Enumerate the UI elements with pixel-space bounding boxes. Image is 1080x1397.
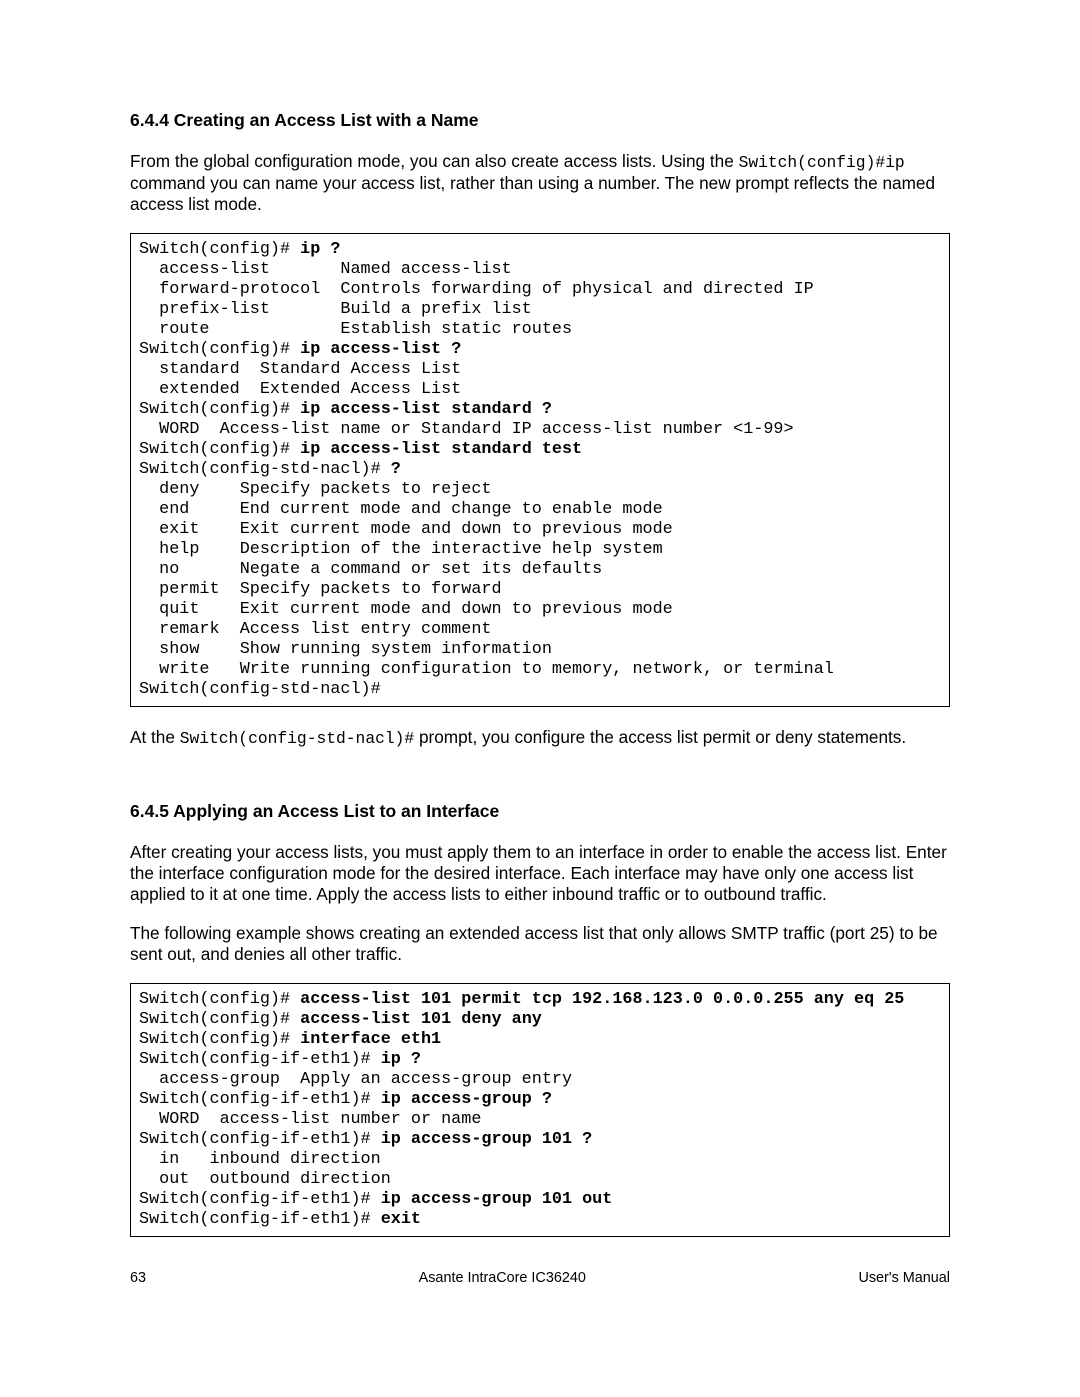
code-block-1: Switch(config)# ip ? access-list Named a… — [130, 233, 950, 707]
code-line: in inbound direction — [139, 1150, 381, 1169]
code-line: Switch(config-if-eth1)# ip ? — [139, 1050, 421, 1069]
code-line: standard Standard Access List — [139, 360, 461, 379]
text-fragment: prompt, you configure the access list pe… — [414, 727, 906, 747]
code-line: access-group Apply an access-group entry — [139, 1070, 572, 1089]
code-line: Switch(config)# ip access-list standard … — [139, 400, 552, 419]
code-line: prefix-list Build a prefix list — [139, 300, 532, 319]
code-line: Switch(config-if-eth1)# exit — [139, 1210, 421, 1229]
code-line: WORD Access-list name or Standard IP acc… — [139, 420, 794, 439]
code-line: forward-protocol Controls forwarding of … — [139, 280, 814, 299]
code-block-2: Switch(config)# access-list 101 permit t… — [130, 983, 950, 1237]
code-line: Switch(config-std-nacl)# — [139, 680, 381, 699]
footer-right: User's Manual — [858, 1270, 950, 1288]
code-line: Switch(config-if-eth1)# ip access-group … — [139, 1130, 592, 1149]
code-line: Switch(config)# ip ? — [139, 240, 340, 259]
text-fragment: From the global configuration mode, you … — [130, 151, 739, 171]
page-footer: 63 Asante IntraCore IC36240 User's Manua… — [130, 1270, 950, 1288]
code-line: Switch(config)# ip access-list ? — [139, 340, 461, 359]
code-line: exit Exit current mode and down to previ… — [139, 520, 673, 539]
code-line: Switch(config)# ip access-list standard … — [139, 440, 582, 459]
code-line: no Negate a command or set its defaults — [139, 560, 602, 579]
code-line: out outbound direction — [139, 1170, 391, 1189]
code-line: Switch(config-if-eth1)# ip access-group … — [139, 1090, 552, 1109]
page-number: 63 — [130, 1270, 146, 1288]
code-line: Switch(config)# interface eth1 — [139, 1030, 441, 1049]
section-645-para1: After creating your access lists, you mu… — [130, 842, 950, 905]
footer-title: Asante IntraCore IC36240 — [419, 1270, 586, 1288]
code-line: remark Access list entry comment — [139, 620, 491, 639]
code-line: route Establish static routes — [139, 320, 572, 339]
section-644-para2: At the Switch(config-std-nacl)# prompt, … — [130, 727, 950, 749]
code-line: help Description of the interactive help… — [139, 540, 663, 559]
section-644-para1: From the global configuration mode, you … — [130, 151, 950, 215]
code-line: write Write running configuration to mem… — [139, 660, 834, 679]
inline-code: Switch(config-std-nacl)# — [180, 729, 415, 748]
code-line: permit Specify packets to forward — [139, 580, 502, 599]
code-line: Switch(config)# access-list 101 deny any — [139, 1010, 542, 1029]
section-645-para2: The following example shows creating an … — [130, 923, 950, 965]
code-line: access-list Named access-list — [139, 260, 512, 279]
code-line: show Show running system information — [139, 640, 552, 659]
code-line: quit Exit current mode and down to previ… — [139, 600, 673, 619]
section-heading-644: 6.4.4 Creating an Access List with a Nam… — [130, 110, 950, 131]
inline-code: Switch(config)#ip — [739, 153, 905, 172]
code-line: extended Extended Access List — [139, 380, 461, 399]
text-fragment: At the — [130, 727, 180, 747]
code-line: deny Specify packets to reject — [139, 480, 491, 499]
code-line: Switch(config)# access-list 101 permit t… — [139, 990, 904, 1009]
code-line: Switch(config-std-nacl)# ? — [139, 460, 401, 479]
code-line: end End current mode and change to enabl… — [139, 500, 663, 519]
text-fragment: command you can name your access list, r… — [130, 173, 935, 214]
section-heading-645: 6.4.5 Applying an Access List to an Inte… — [130, 801, 950, 822]
code-line: Switch(config-if-eth1)# ip access-group … — [139, 1190, 612, 1209]
code-line: WORD access-list number or name — [139, 1110, 481, 1129]
